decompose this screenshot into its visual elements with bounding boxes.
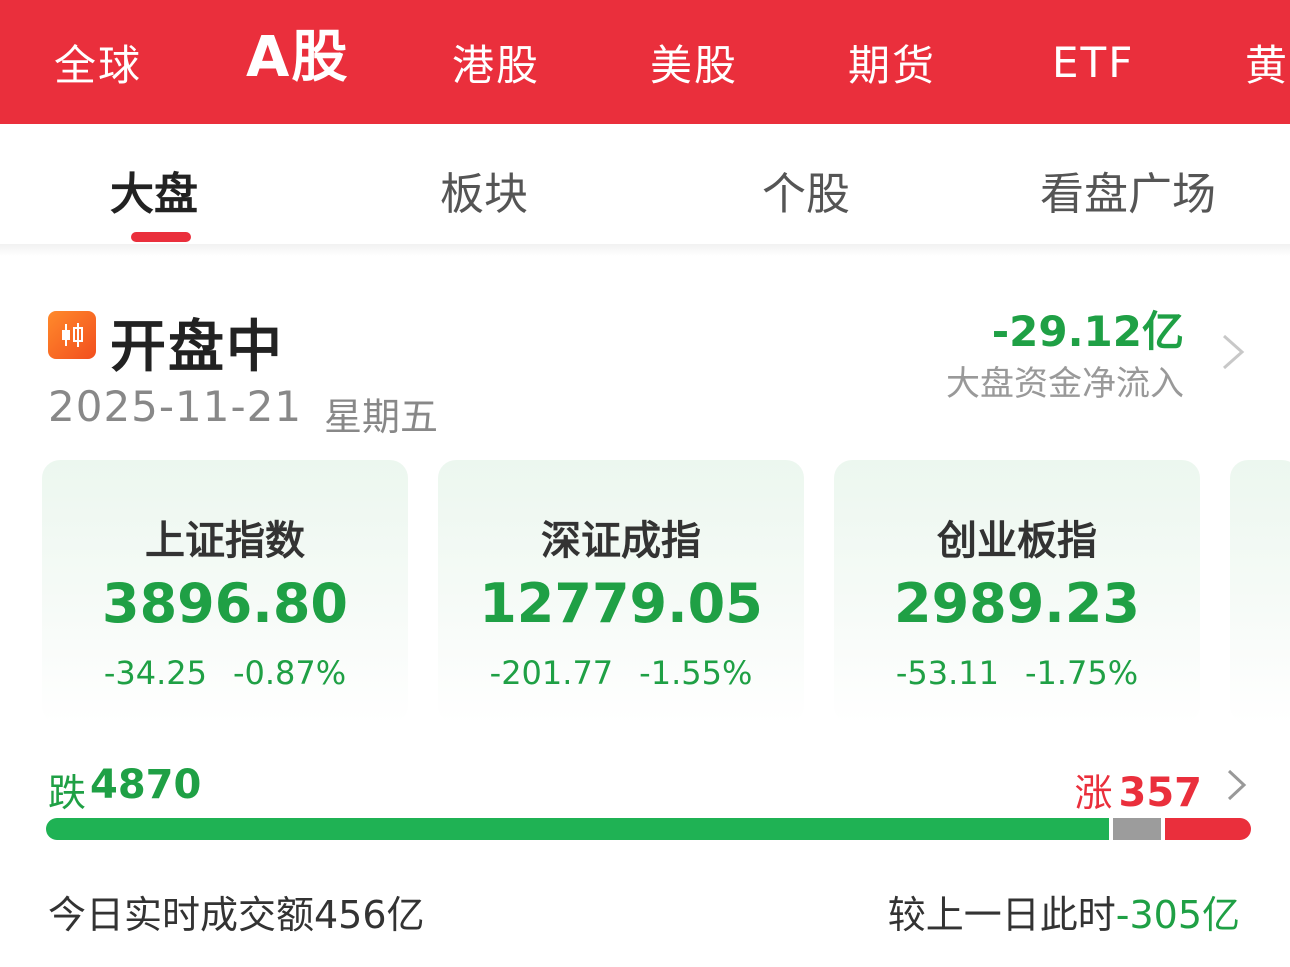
index-change-percent: -1.75% [1024,654,1139,692]
index-card-chinext[interactable]: 创业板指 2989.23 -53.11 -1.75% [834,460,1200,724]
active-tab-indicator [131,232,191,242]
tab-global[interactable]: 全球 [54,0,142,124]
compare-delta: -305亿 [1115,893,1240,937]
index-change: -201.77 -1.55% [438,654,804,692]
chevron-right-icon[interactable] [1218,332,1248,372]
net-inflow-label[interactable]: 大盘资金净流入 [946,356,1184,405]
index-value: 2989.23 [894,572,1140,635]
tab-us-stocks[interactable]: 美股 [650,0,738,124]
index-value: 3896.80 [102,572,348,635]
tab-market-overview[interactable]: 大盘 [110,158,198,222]
tab-hk-stocks[interactable]: 港股 [452,0,540,124]
market-date: 2025-11-21 [48,382,303,431]
index-card-shanghai[interactable]: 上证指数 3896.80 -34.25 -0.87% [42,460,408,724]
decliners-count: 4870 [90,762,202,808]
advancers-label: 涨 [1074,771,1113,815]
tab-sectors[interactable]: 板块 [440,158,528,222]
candlestick-icon [48,311,96,359]
decliners-label: 跌 [48,771,87,815]
tab-stocks[interactable]: 个股 [762,158,850,222]
tab-gold[interactable]: 黄 [1245,0,1289,124]
section-divider [0,244,1290,256]
index-change: -53.11 -1.75% [834,654,1200,692]
sub-tab-bar: 大盘 板块 个股 看盘广场 [0,124,1290,248]
index-change-percent: -1.55% [639,654,753,692]
net-inflow-value[interactable]: -29.12亿 [992,298,1184,359]
chevron-right-icon[interactable] [1224,768,1248,802]
market-tab-bar: 全球 A股 港股 美股 期货 ETF 黄 [0,0,1290,124]
advancers[interactable]: 涨 357 [1074,762,1202,817]
index-name: 创业板指 [937,518,1097,564]
compare-label: 较上一日此时 [887,893,1116,937]
market-status-title: 开盘中 [110,315,284,380]
index-name: 上证指数 [145,518,305,564]
market-weekday: 星期五 [324,395,439,439]
advancers-count: 357 [1118,770,1203,816]
index-card-shenzhen[interactable]: 深证成指 12779.05 -201.77 -1.55% [438,460,804,724]
index-name: 深证成指 [541,518,701,564]
tab-futures[interactable]: 期货 [848,0,936,124]
index-change-points: -53.11 [895,654,999,692]
advance-decline-bar [46,818,1251,840]
index-value: 12779.05 [479,572,763,635]
index-change-percent: -0.87% [232,654,347,692]
index-change-points: -34.25 [103,654,207,692]
tab-etf[interactable]: ETF [1052,0,1134,124]
turnover-text: 今日实时成交额456亿 [48,893,425,937]
tab-a-shares[interactable]: A股 [246,0,349,114]
decline-segment [46,818,1109,840]
tab-market-square[interactable]: 看盘广场 [1040,158,1216,222]
advance-segment [1164,818,1251,840]
index-change-points: -201.77 [489,654,614,692]
index-card-partial[interactable] [1230,460,1290,724]
flat-segment [1112,818,1161,840]
index-change: -34.25 -0.87% [42,654,408,692]
turnover-compare: 较上一日此时-305亿 [888,884,1240,939]
